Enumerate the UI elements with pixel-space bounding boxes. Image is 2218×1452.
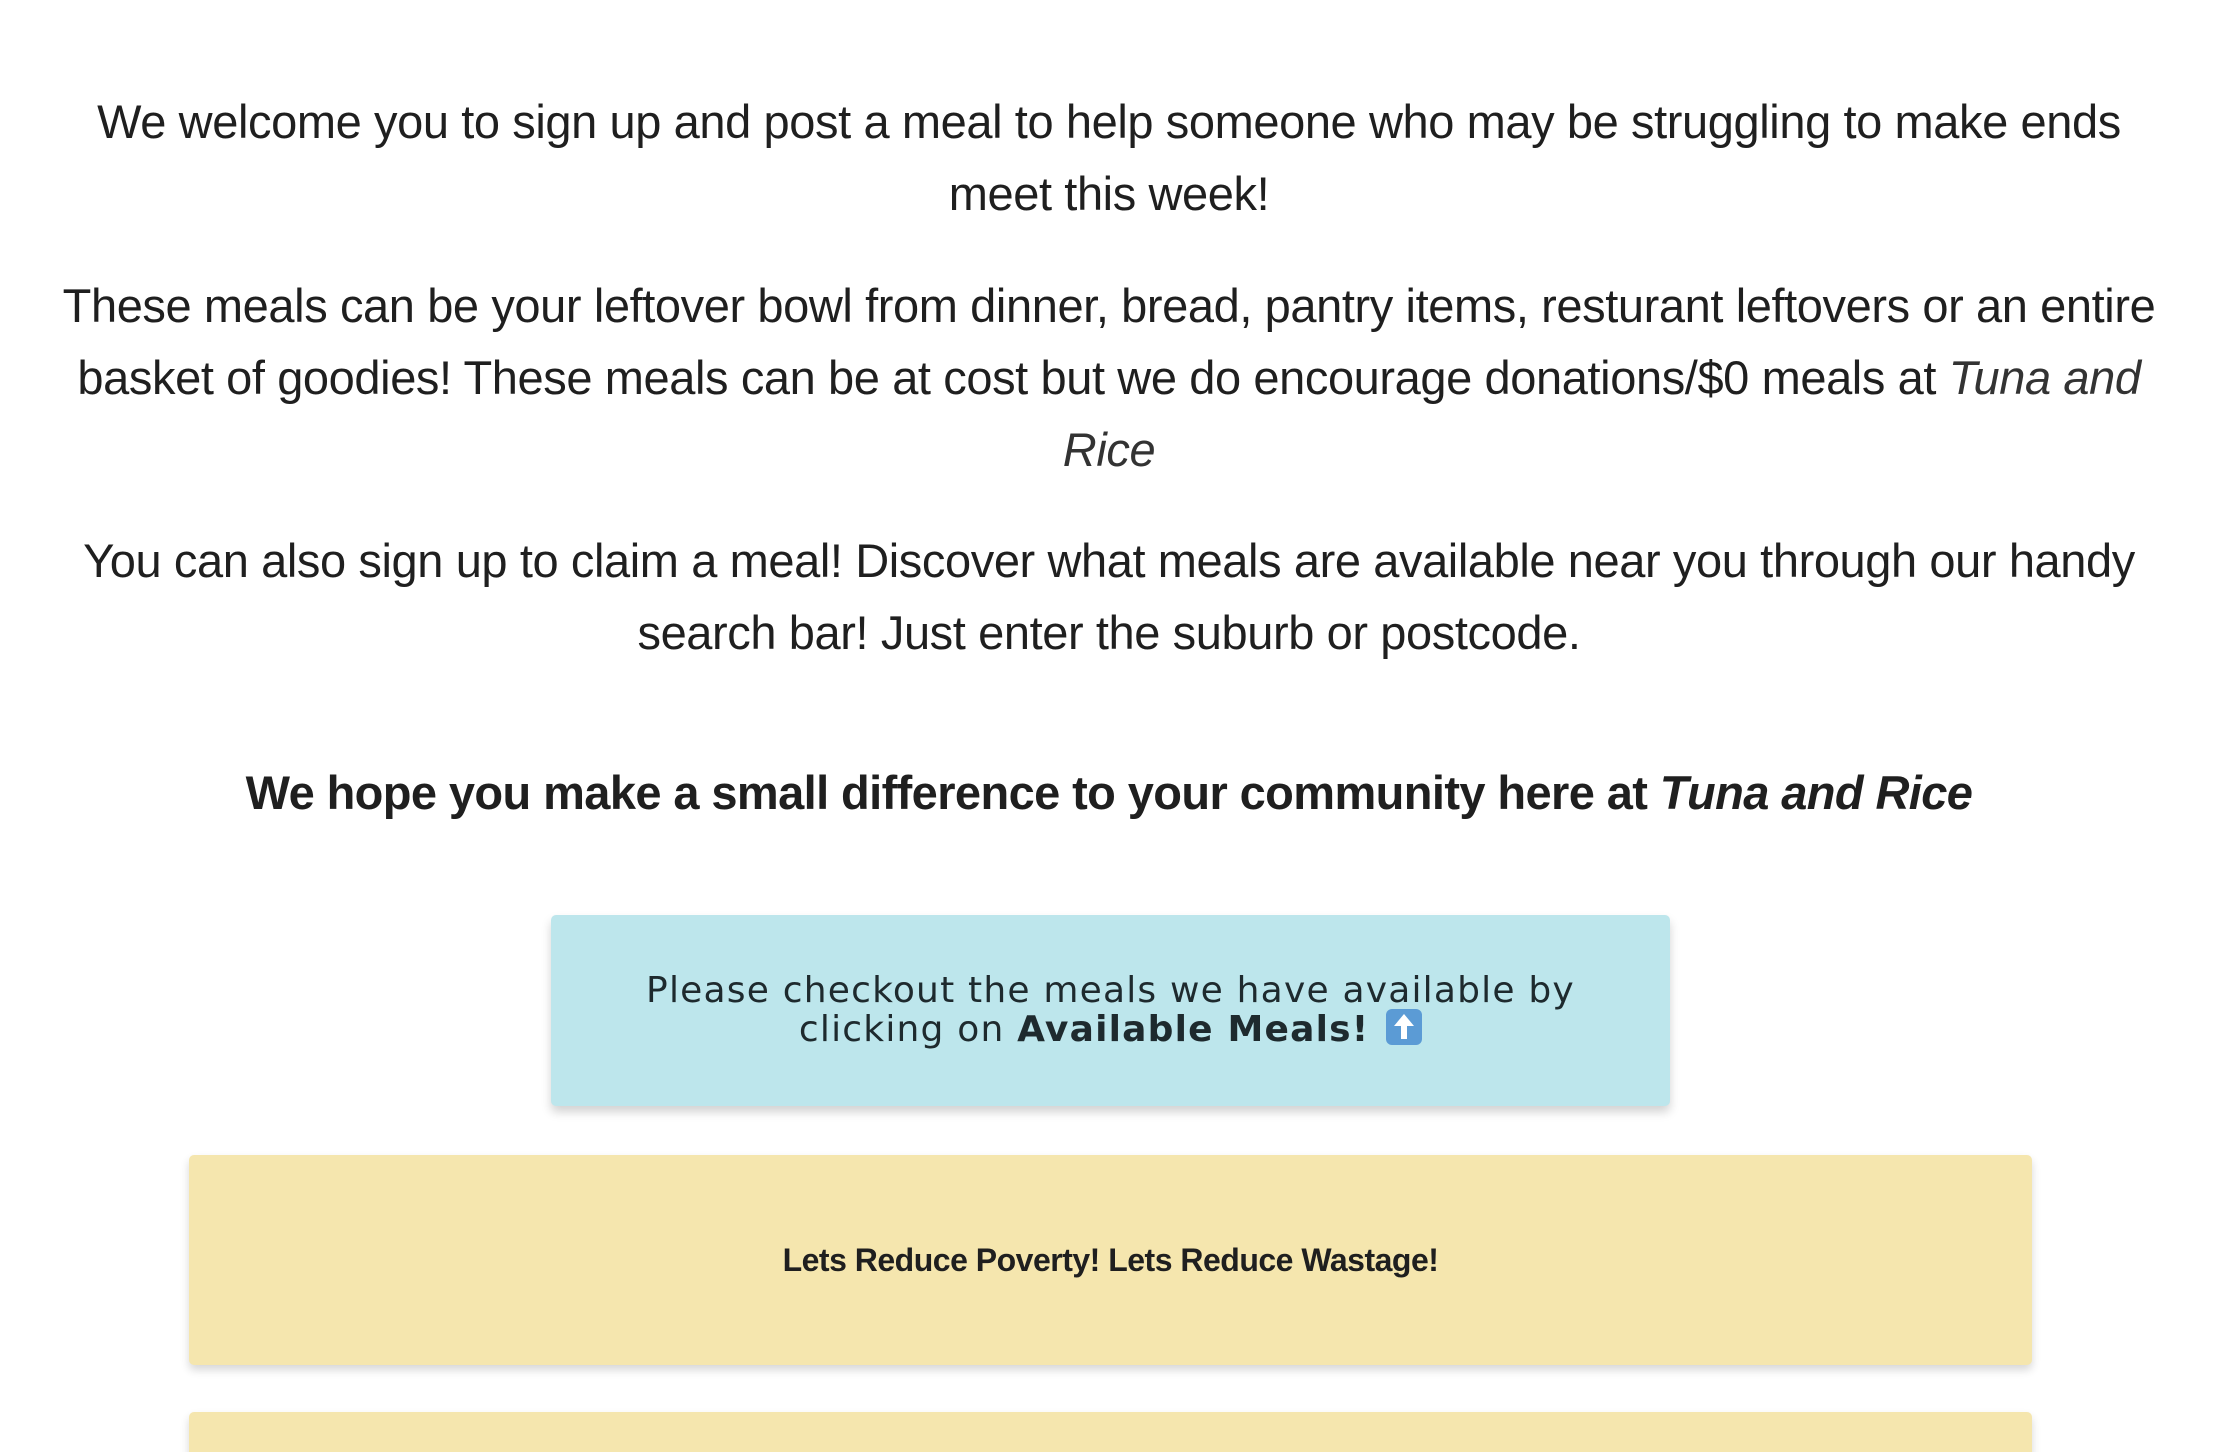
available-meals-label: Available Meals!	[1017, 1009, 1370, 1050]
intro-paragraph-post-meal: We welcome you to sign up and post a mea…	[97, 95, 2121, 220]
meal-types-text: These meals can be your leftover bowl fr…	[62, 279, 2156, 404]
up-arrow-icon	[1386, 1009, 1423, 1045]
banner-text: Lets Reduce Poverty! Lets Reduce Wastage…	[782, 1241, 1439, 1278]
reduce-poverty-banner: Lets Reduce Poverty! Lets Reduce Wastage…	[189, 1155, 2032, 1365]
next-banner	[189, 1412, 2032, 1452]
intro-paragraph-meal-types: These meals can be your leftover bowl fr…	[50, 270, 2168, 486]
notice-line-1: Please checkout the meals we have availa…	[646, 970, 1575, 1011]
notice-prefix: clicking on	[798, 1009, 1018, 1050]
intro-paragraph-claim-meal: You can also sign up to claim a meal! Di…	[83, 534, 2135, 659]
brand-name-bold: Tuna and Rice	[1659, 766, 1973, 819]
notice-line-2: clicking on Available Meals!	[551, 1009, 1670, 1048]
available-meals-notice: Please checkout the meals we have availa…	[551, 915, 1670, 1106]
community-heading-text: We hope you make a small difference to y…	[245, 766, 1660, 819]
community-heading: We hope you make a small difference to y…	[50, 753, 2168, 833]
